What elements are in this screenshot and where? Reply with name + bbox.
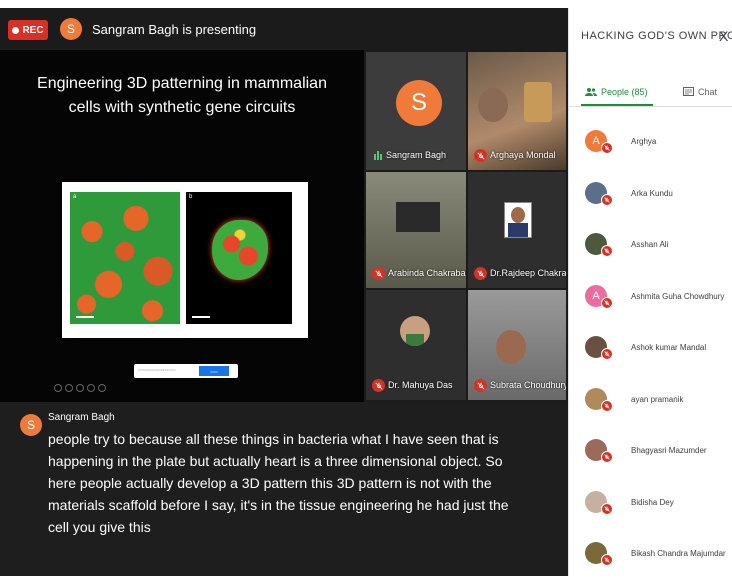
participant-row[interactable]: Bhagyasri Mazumder	[583, 435, 732, 475]
presenter-avatar: S	[60, 18, 82, 40]
presenter-bar: REC S Sangram Bagh is presenting	[0, 8, 568, 50]
slide-title: Engineering 3D patterning in mammalian c…	[0, 72, 364, 120]
participant-tile[interactable]: Arghaya Mondal	[468, 52, 566, 170]
cell-spheroid	[212, 220, 268, 280]
muted-mic-icon	[601, 399, 613, 412]
muted-mic-icon	[474, 149, 487, 162]
slide-title-line-1: Engineering 3D patterning in mammalian	[37, 75, 327, 92]
caption-speaker-name: Sangram Bagh	[48, 412, 115, 423]
meeting-title: HACKING GOD'S OWN PRO...	[581, 30, 732, 42]
participant-name: Dr. Mahuya Das	[388, 380, 453, 390]
participant-name: Bikash Chandra Majumdar	[631, 549, 726, 558]
participant-row[interactable]: Ashok kumar Mandal	[583, 332, 732, 372]
participant-name: Asshan Ali	[631, 240, 669, 249]
participant-tile[interactable]: Arabinda Chakrabarti	[366, 172, 466, 288]
participant-name: Ashok kumar Mandal	[631, 343, 707, 352]
slide-control-icon[interactable]	[98, 384, 106, 392]
meeting-stage: REC S Sangram Bagh is presenting Enginee…	[0, 8, 568, 576]
microscopy-panel-b: b	[186, 192, 292, 324]
muted-mic-icon	[601, 554, 613, 566]
slide-control-icon[interactable]	[65, 384, 73, 392]
participant-row[interactable]: Bikash Chandra Majumdar	[583, 538, 732, 578]
participant-name: Arghaya Mondal	[490, 150, 556, 160]
participant-row[interactable]: A Arghya	[583, 126, 732, 166]
tab-chat-label: Chat	[698, 87, 718, 97]
participant-row[interactable]: Asshan Ali	[583, 229, 732, 269]
participant-row[interactable]: ayan pramanik	[583, 384, 732, 424]
slide-controls	[54, 384, 106, 392]
participant-tile[interactable]: Dr. Mahuya Das	[366, 290, 466, 400]
panel-b-label: b	[189, 194, 193, 200]
participant-avatar	[400, 316, 430, 346]
slide-control-icon[interactable]	[87, 384, 95, 392]
muted-mic-icon	[601, 245, 613, 257]
people-icon	[585, 88, 597, 96]
participant-tile[interactable]: Subrata Choudhury	[468, 290, 566, 400]
speaking-indicator-icon	[374, 151, 382, 160]
muted-mic-icon	[372, 267, 385, 280]
slide-title-line-2: cells with synthetic gene circuits	[68, 99, 296, 116]
tab-people[interactable]: People (85)	[585, 80, 648, 104]
muted-mic-icon	[601, 296, 613, 309]
muted-mic-icon	[372, 379, 385, 392]
muted-mic-icon	[601, 348, 613, 360]
participant-name: Bhagyasri Mazumder	[631, 446, 707, 455]
muted-mic-icon	[474, 267, 487, 280]
live-caption: S Sangram Bagh people try to because all…	[0, 402, 568, 576]
scale-bar	[192, 316, 210, 318]
participant-name: ayan pramanik	[631, 394, 684, 404]
tab-people-label: People (85)	[601, 87, 648, 97]
participant-tile[interactable]: Dr.Rajdeep Chakravarty	[468, 172, 566, 288]
muted-mic-icon	[474, 379, 487, 392]
microscopy-panel-a: a	[70, 192, 180, 324]
tab-chat[interactable]: Chat	[683, 80, 717, 104]
record-dot-icon	[12, 26, 20, 34]
search-strip-placeholder: ▭▭▭▭▭▭▭▭▭▭	[138, 367, 176, 372]
participant-avatar: S	[396, 80, 442, 126]
muted-mic-icon	[601, 193, 613, 206]
background-object	[524, 82, 552, 122]
presenting-status: Sangram Bagh is presenting	[92, 22, 257, 37]
participant-name: Ashmita Guha Chowdhury	[631, 291, 725, 301]
panel-a-label: a	[73, 194, 77, 200]
side-panel: HACKING GOD'S OWN PRO... X People (85) C…	[568, 8, 732, 576]
slide-search-strip: ▭▭▭▭▭▭▭▭▭▭ ▭▭	[134, 364, 238, 378]
chat-icon	[683, 87, 694, 96]
recording-badge: REC	[8, 20, 48, 40]
participant-row[interactable]: Bidisha Dey	[583, 487, 732, 527]
shared-screen[interactable]: Engineering 3D patterning in mammalian c…	[0, 50, 364, 402]
slide-control-icon[interactable]	[76, 384, 84, 392]
search-strip-button: ▭▭	[199, 366, 229, 376]
meet-window: REC S Sangram Bagh is presenting Enginee…	[0, 0, 732, 580]
participant-name: Subrata Choudhury	[490, 380, 566, 390]
tab-divider	[569, 106, 732, 107]
participant-photo	[504, 202, 532, 238]
participant-tile[interactable]: S Sangram Bagh	[366, 52, 466, 170]
slide-control-icon[interactable]	[54, 384, 62, 392]
participant-name: Arghya	[631, 137, 657, 146]
caption-speaker-avatar: S	[20, 414, 42, 436]
participant-video	[478, 88, 508, 122]
caption-text: people try to because all these things i…	[48, 431, 509, 535]
participant-name: Dr.Rajdeep Chakravarty	[490, 268, 566, 278]
recording-label: REC	[22, 24, 44, 36]
participant-video	[396, 202, 440, 232]
muted-mic-icon	[601, 451, 613, 463]
close-icon[interactable]: X	[719, 28, 728, 44]
muted-mic-icon	[601, 502, 613, 515]
participant-name: Arka Kundu	[631, 188, 673, 198]
participant-name: Sangram Bagh	[386, 150, 447, 160]
participant-row[interactable]: A Ashmita Guha Chowdhury	[583, 281, 732, 321]
participant-video	[496, 330, 526, 364]
participant-name: Bidisha Dey	[631, 497, 674, 507]
scale-bar	[76, 316, 94, 318]
participant-name: Arabinda Chakrabarti	[388, 268, 466, 278]
muted-mic-icon	[601, 142, 613, 154]
slide-figure: a b	[62, 182, 308, 338]
participant-row[interactable]: Arka Kundu	[583, 178, 732, 218]
